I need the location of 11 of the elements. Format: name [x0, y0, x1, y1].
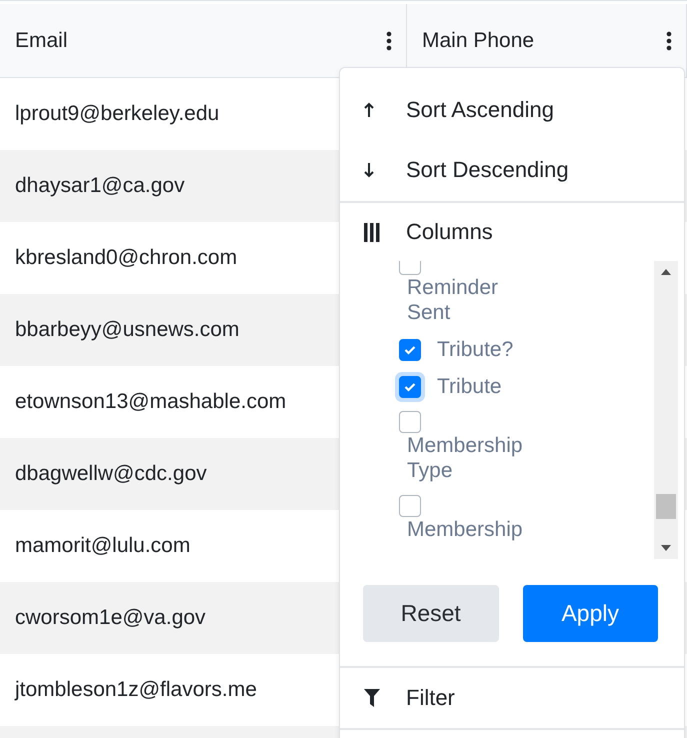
column-option-label: Membership	[407, 517, 523, 542]
apply-button[interactable]: Apply	[522, 585, 658, 642]
columns-heading: Columns	[406, 219, 493, 245]
column-header-label: Main Phone	[422, 28, 534, 52]
column-option-label: Tribute?	[437, 337, 514, 362]
filter-menu-item[interactable]: Filter	[340, 668, 684, 728]
column-header-label: Email	[15, 28, 68, 52]
reset-button[interactable]: Reset	[363, 585, 498, 642]
column-option-label: Membership Type	[407, 433, 524, 483]
column-option-label: Tribute	[437, 374, 502, 399]
column-option-label: Reminder Sent	[407, 275, 500, 325]
